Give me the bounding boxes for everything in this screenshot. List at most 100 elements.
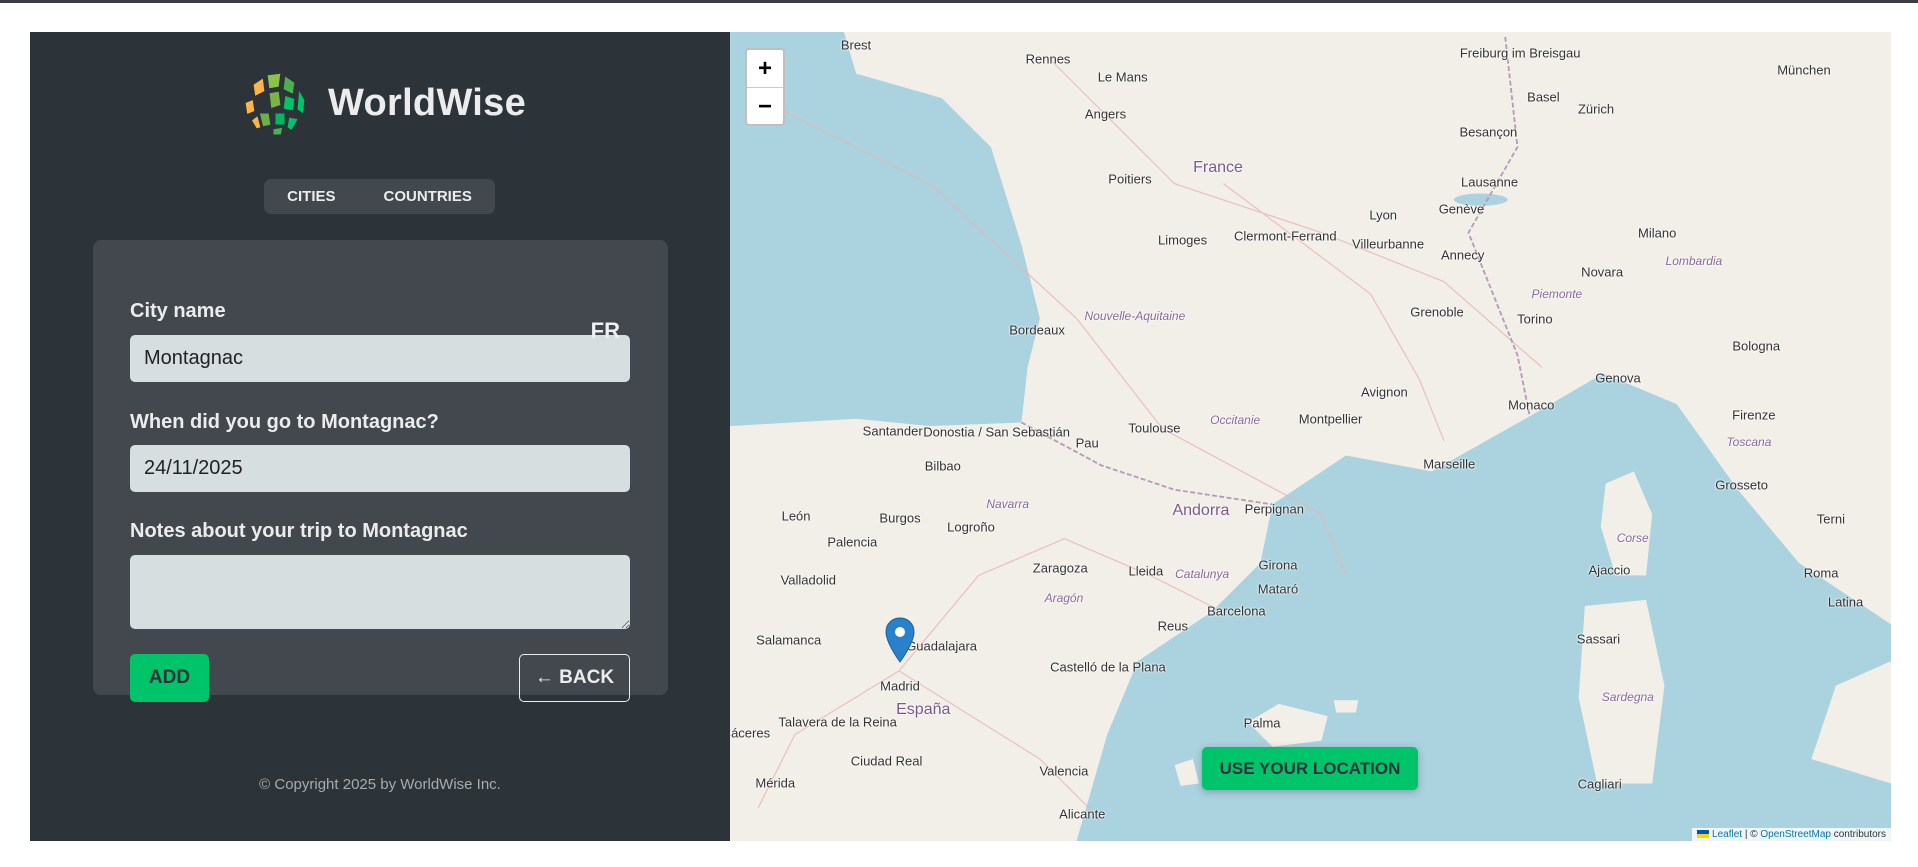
map-label: Logroño xyxy=(947,519,995,535)
map-label: Lausanne xyxy=(1461,174,1519,190)
map-label: Roma xyxy=(1803,565,1839,581)
map-label: Aragón xyxy=(1044,591,1084,606)
add-button[interactable]: ADD xyxy=(130,654,209,702)
notes-textarea[interactable] xyxy=(130,555,630,629)
map-label: Grenoble xyxy=(1410,304,1464,320)
map-label: Valencia xyxy=(1039,763,1089,779)
map-label: Perpignan xyxy=(1244,501,1304,517)
map-label: Cagliari xyxy=(1577,776,1622,792)
map-label: Ajaccio xyxy=(1588,562,1631,578)
browser-top-border xyxy=(0,0,1918,3)
map-label: Basel xyxy=(1527,89,1560,105)
tab-countries[interactable]: COUNTRIES xyxy=(384,188,472,205)
map-label: Ciudad Real xyxy=(850,753,923,769)
country-flag: FR xyxy=(590,318,620,343)
attribution-separator: | © xyxy=(1742,829,1761,840)
map-label: Annecy xyxy=(1441,247,1485,263)
map-label: France xyxy=(1193,158,1243,176)
map-label: Cáceres xyxy=(730,725,771,741)
map-label: Zaragoza xyxy=(1032,560,1088,576)
map-label: Mérida xyxy=(755,775,796,791)
map-attribution: Leaflet | © OpenStreetMap contributors xyxy=(1692,828,1891,841)
map-label: Sassari xyxy=(1576,631,1621,647)
back-button[interactable]: ← BACK xyxy=(519,654,630,702)
map-label: Poitiers xyxy=(1108,171,1152,187)
map-label: Nouvelle-Aquitaine xyxy=(1084,308,1186,323)
leaflet-link[interactable]: Leaflet xyxy=(1712,829,1742,840)
map-label: Rennes xyxy=(1025,51,1071,67)
map-label: Barcelona xyxy=(1207,603,1266,619)
map-label: Lyon xyxy=(1369,207,1398,223)
location-marker[interactable] xyxy=(885,617,915,668)
map-label: Marseille xyxy=(1423,456,1476,472)
map-label: Sardegna xyxy=(1601,690,1654,705)
map-label: Salamanca xyxy=(756,632,822,648)
app-layout: WorldWise CITIES COUNTRIES City name FR … xyxy=(30,32,1891,841)
map-label: Terni xyxy=(1816,511,1845,527)
map-label: Catalunya xyxy=(1175,566,1230,581)
map-label: Bologna xyxy=(1732,338,1781,354)
map-label: Clermont-Ferrand xyxy=(1234,228,1337,244)
tab-cities[interactable]: CITIES xyxy=(287,188,335,205)
map-label: Genova xyxy=(1595,370,1641,386)
map-label: Piemonte xyxy=(1531,286,1583,301)
map-label: Novara xyxy=(1581,264,1624,280)
map-label: Pau xyxy=(1075,435,1099,451)
map-label: Bilbao xyxy=(924,458,961,474)
map-label: Montpellier xyxy=(1298,411,1363,427)
attribution-suffix: contributors xyxy=(1830,829,1886,840)
sidebar: WorldWise CITIES COUNTRIES City name FR … xyxy=(30,32,730,841)
map-pin-icon xyxy=(885,617,915,663)
map-label: Freiburg im Breisgau xyxy=(1459,45,1581,61)
map-label: Limoges xyxy=(1158,232,1208,248)
zoom-control: + − xyxy=(745,48,785,126)
map-label: Villeurbanne xyxy=(1352,236,1425,252)
city-name-label: City name xyxy=(130,300,226,322)
map-label: Besançon xyxy=(1459,124,1518,140)
map-label: Santander xyxy=(862,423,923,439)
notes-label: Notes about your trip to Montagnac xyxy=(130,520,468,542)
map-label: Andorra xyxy=(1172,502,1230,520)
city-name-input[interactable] xyxy=(130,335,630,382)
map-label: Palma xyxy=(1243,715,1281,731)
map-label: Girona xyxy=(1258,557,1298,573)
globe-logo-icon xyxy=(242,70,308,136)
add-city-form: City name FR When did you go to Montagna… xyxy=(93,240,668,702)
map-label: Talavera de la Reina xyxy=(778,714,897,730)
map-label: León xyxy=(781,508,811,524)
map-label: Occitanie xyxy=(1210,412,1261,427)
map-label: Alicante xyxy=(1059,806,1106,822)
logo[interactable]: WorldWise xyxy=(242,70,526,136)
map-label: Brest xyxy=(840,37,872,53)
map-label: Avignon xyxy=(1361,384,1408,400)
map-label: Burgos xyxy=(879,510,921,526)
map-label: Grosseto xyxy=(1715,477,1768,493)
map-label: Latina xyxy=(1827,594,1864,610)
map-label: Toscana xyxy=(1726,434,1772,449)
map-label: Palencia xyxy=(827,534,878,550)
map-label: Firenze xyxy=(1732,407,1776,423)
map-label: Mataró xyxy=(1257,581,1299,597)
osm-link[interactable]: OpenStreetMap xyxy=(1760,829,1831,840)
map-label: Le Mans xyxy=(1097,69,1148,85)
ukraine-flag-icon xyxy=(1697,830,1710,839)
date-label: When did you go to Montagnac? xyxy=(130,411,439,433)
use-location-button[interactable]: USE YOUR LOCATION xyxy=(1202,747,1418,790)
map-label: Valladolid xyxy=(780,572,836,588)
copyright: © Copyright 2025 by WorldWise Inc. xyxy=(259,776,501,793)
map-label: Genève xyxy=(1438,201,1485,217)
date-input[interactable] xyxy=(130,445,630,492)
map[interactable]: Brest Rennes Le Mans Angers Poitiers Limoges F… xyxy=(730,32,1891,841)
map-label: Navarra xyxy=(986,497,1029,512)
zoom-in-button[interactable]: + xyxy=(747,50,783,88)
map-label: München xyxy=(1777,62,1831,78)
zoom-out-button[interactable]: − xyxy=(747,88,783,125)
map-label: Corse xyxy=(1616,531,1649,546)
map-label: Milano xyxy=(1638,225,1677,241)
map-label: España xyxy=(896,700,951,718)
map-label: Zürich xyxy=(1577,101,1615,117)
nav-tabs: CITIES COUNTRIES xyxy=(264,179,495,214)
map-label: Reus xyxy=(1157,618,1188,634)
map-label: Castelló de la Plana xyxy=(1050,659,1166,675)
map-label: Madrid xyxy=(880,678,920,694)
